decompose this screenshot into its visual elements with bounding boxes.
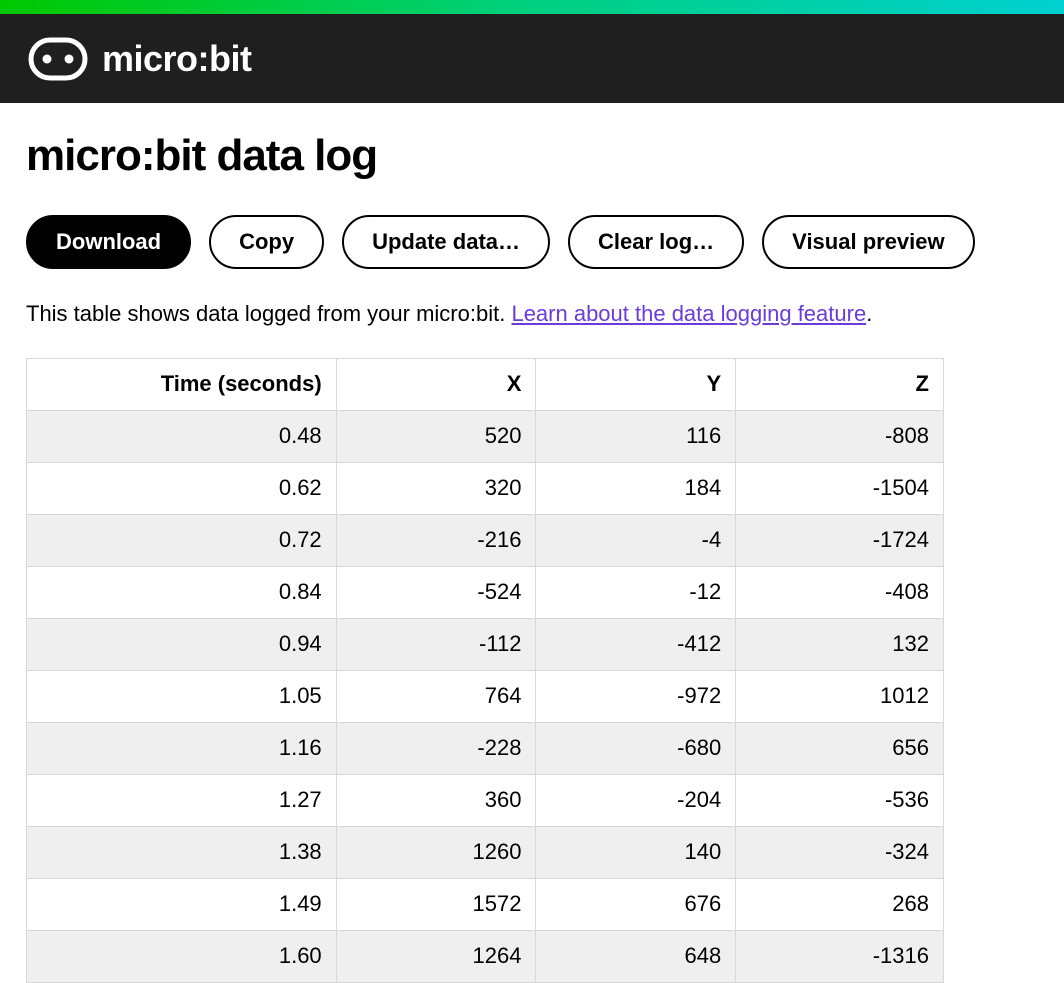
page-title: micro:bit data log	[26, 131, 1038, 181]
table-cell: 0.62	[27, 462, 337, 514]
gradient-bar	[0, 0, 1064, 14]
table-cell: -4	[536, 514, 736, 566]
table-cell: 1572	[336, 878, 536, 930]
table-cell: -324	[736, 826, 944, 878]
table-row: 0.62320184-1504	[27, 462, 944, 514]
table-cell: 1.60	[27, 930, 337, 982]
table-cell: 1260	[336, 826, 536, 878]
table-row: 1.381260140-324	[27, 826, 944, 878]
table-header-cell: Y	[536, 358, 736, 410]
table-header-cell: X	[336, 358, 536, 410]
table-header-cell: Z	[736, 358, 944, 410]
table-cell: 520	[336, 410, 536, 462]
update-data-button[interactable]: Update data…	[342, 215, 550, 269]
table-cell: 1012	[736, 670, 944, 722]
table-row: 0.94-112-412132	[27, 618, 944, 670]
table-row: 1.16-228-680656	[27, 722, 944, 774]
table-cell: 268	[736, 878, 944, 930]
table-cell: -1504	[736, 462, 944, 514]
table-cell: 676	[536, 878, 736, 930]
table-cell: 648	[536, 930, 736, 982]
table-cell: -408	[736, 566, 944, 618]
table-cell: 0.48	[27, 410, 337, 462]
table-cell: -536	[736, 774, 944, 826]
table-row: 1.601264648-1316	[27, 930, 944, 982]
table-cell: 320	[336, 462, 536, 514]
table-cell: -524	[336, 566, 536, 618]
table-cell: -204	[536, 774, 736, 826]
table-cell: 1264	[336, 930, 536, 982]
logo-text: micro:bit	[102, 38, 252, 80]
table-cell: -972	[536, 670, 736, 722]
visual-preview-button[interactable]: Visual preview	[762, 215, 974, 269]
download-button[interactable]: Download	[26, 215, 191, 269]
table-cell: -228	[336, 722, 536, 774]
data-table: Time (seconds)XYZ 0.48520116-8080.623201…	[26, 358, 944, 983]
logo: micro:bit	[28, 37, 252, 81]
copy-button[interactable]: Copy	[209, 215, 324, 269]
intro-text: This table shows data logged from your m…	[26, 299, 1038, 330]
table-cell: 1.38	[27, 826, 337, 878]
table-cell: 1.16	[27, 722, 337, 774]
table-body: 0.48520116-8080.62320184-15040.72-216-4-…	[27, 410, 944, 982]
table-row: 1.491572676268	[27, 878, 944, 930]
intro-before: This table shows data logged from your m…	[26, 301, 511, 326]
intro-after: .	[866, 301, 872, 326]
table-header-cell: Time (seconds)	[27, 358, 337, 410]
table-cell: -1316	[736, 930, 944, 982]
table-cell: -680	[536, 722, 736, 774]
table-cell: 1.27	[27, 774, 337, 826]
table-cell: 116	[536, 410, 736, 462]
table-cell: 0.72	[27, 514, 337, 566]
table-row: 1.05764-9721012	[27, 670, 944, 722]
table-cell: 184	[536, 462, 736, 514]
header-bar: micro:bit	[0, 14, 1064, 103]
table-cell: 1.05	[27, 670, 337, 722]
table-cell: 656	[736, 722, 944, 774]
table-cell: -112	[336, 618, 536, 670]
table-cell: -412	[536, 618, 736, 670]
table-header-row: Time (seconds)XYZ	[27, 358, 944, 410]
table-cell: 0.94	[27, 618, 337, 670]
table-cell: 1.49	[27, 878, 337, 930]
learn-link[interactable]: Learn about the data logging feature	[511, 301, 866, 326]
table-cell: -12	[536, 566, 736, 618]
table-cell: -1724	[736, 514, 944, 566]
main-content: micro:bit data log Download Copy Update …	[0, 103, 1064, 983]
table-cell: 140	[536, 826, 736, 878]
microbit-logo-icon	[28, 37, 88, 81]
table-row: 0.48520116-808	[27, 410, 944, 462]
table-row: 0.72-216-4-1724	[27, 514, 944, 566]
table-cell: -808	[736, 410, 944, 462]
table-head: Time (seconds)XYZ	[27, 358, 944, 410]
table-row: 1.27360-204-536	[27, 774, 944, 826]
clear-log-button[interactable]: Clear log…	[568, 215, 744, 269]
table-cell: 132	[736, 618, 944, 670]
table-cell: -216	[336, 514, 536, 566]
table-cell: 764	[336, 670, 536, 722]
table-row: 0.84-524-12-408	[27, 566, 944, 618]
table-cell: 360	[336, 774, 536, 826]
toolbar: Download Copy Update data… Clear log… Vi…	[26, 215, 1038, 269]
table-cell: 0.84	[27, 566, 337, 618]
